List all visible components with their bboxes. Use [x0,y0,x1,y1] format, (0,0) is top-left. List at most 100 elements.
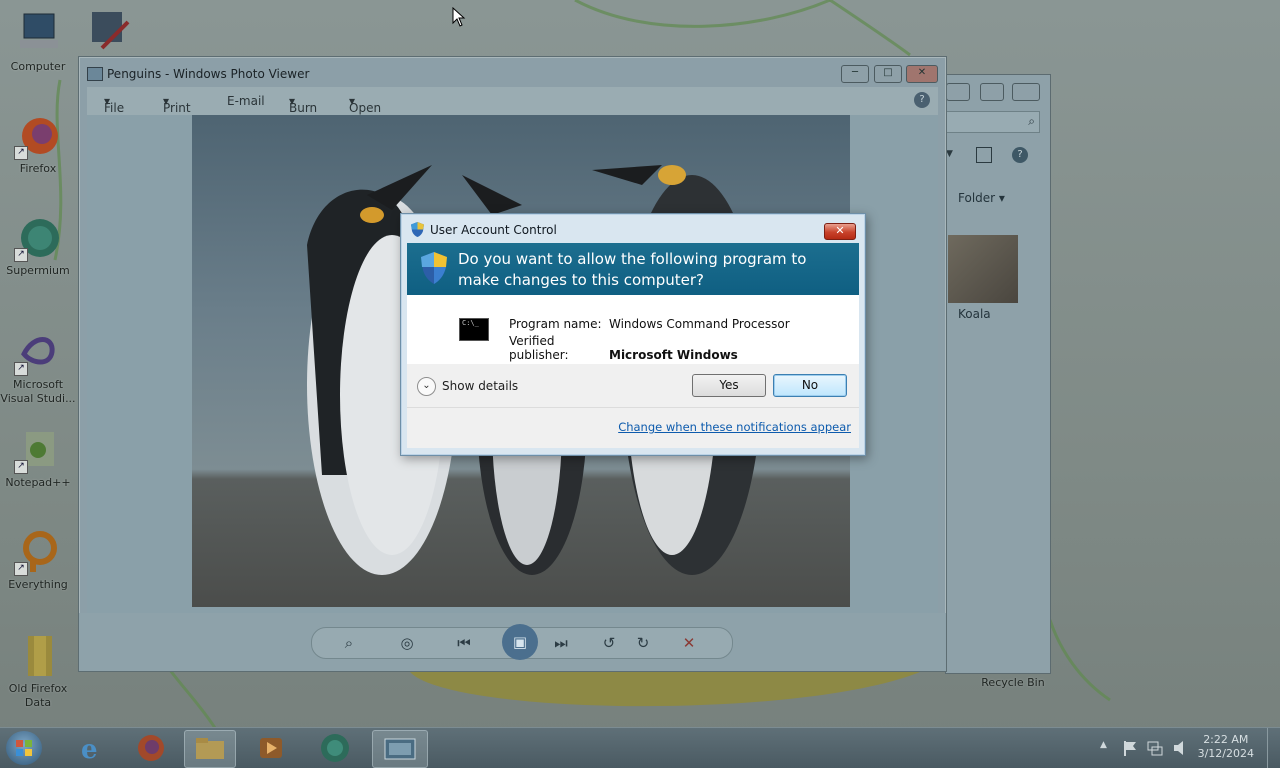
taskbar-media-player[interactable] [246,730,296,766]
menu-burn[interactable]: Burn ▾ [289,94,317,115]
taskbar-explorer[interactable] [184,730,236,768]
menu-email[interactable]: E-mail [227,94,265,108]
desktop-icon-paint-shortcut[interactable] [88,8,134,54]
shield-icon [411,222,424,237]
chevron-down-icon: ⌄ [417,377,436,396]
notepadpp-icon: ↗ [14,426,62,474]
supermium-icon [321,734,349,762]
desktop-icon-computer[interactable]: Computer [0,10,78,74]
koala-thumbnail[interactable] [948,235,1018,303]
menu-open[interactable]: Open ▾ [349,94,381,115]
shortcut-arrow-icon: ↗ [14,460,28,474]
actual-size-icon[interactable]: ◎ [398,634,416,652]
desktop-icon-label: Firefox [19,162,57,175]
publisher-label: Verified publisher: [509,334,569,362]
desktop-icon-label: Recycle Bin [981,676,1045,689]
chevron-down-icon[interactable]: ▼ [946,149,953,159]
previous-icon[interactable]: ⏮ [455,634,473,652]
photo-viewer-controls: ⌕ ◎ ⏮ ▣ ⏭ ↺ ↻ ✕ [79,613,946,671]
uac-dialog[interactable]: User Account Control ✕ Do you want to al… [400,213,866,456]
shortcut-arrow-icon: ↗ [14,146,28,160]
change-notifications-link[interactable]: Change when these notifications appear [618,420,851,434]
desktop-icon-label: Notepad++ [5,476,71,489]
search-icon: ⌕ [1028,114,1035,128]
network-icon[interactable] [1146,739,1164,757]
help-icon[interactable]: ? [1012,147,1028,163]
no-button[interactable]: No [773,374,847,397]
taskbar: e ▲ 2:22 AM 3/12/2024 [0,727,1280,768]
zoom-icon[interactable]: ⌕ [340,634,358,652]
windows-logo-icon [16,740,32,756]
maximize-button[interactable]: □ [874,65,902,83]
volume-icon[interactable] [1172,739,1190,757]
photo-viewer-titlebar[interactable]: Penguins - Windows Photo Viewer ─ □ ✕ [79,57,946,87]
show-details-toggle[interactable]: ⌄ Show details [417,377,518,396]
mouse-cursor-icon [452,7,466,27]
show-hidden-icons-button[interactable]: ▲ [1100,740,1107,750]
koala-label: Koala [958,307,991,321]
desktop-icon-everything[interactable]: ↗ Everything [0,528,78,592]
computer-icon [14,10,62,58]
paint-icon [92,12,130,50]
explorer-search-input[interactable]: ⌕ [946,111,1040,133]
slideshow-icon[interactable]: ▣ [502,624,538,660]
uac-titlebar[interactable]: User Account Control ✕ [401,214,865,242]
close-button[interactable]: ✕ [824,223,856,240]
taskbar-firefox[interactable] [126,730,176,766]
program-name-label: Program name: [509,317,602,331]
firefox-icon [138,735,164,761]
publisher-row: Verified publisher: Microsoft Windows [509,334,738,362]
explorer-close-button[interactable] [1012,83,1040,101]
photo-viewer-app-icon [87,67,103,81]
uac-program-info: C:\_ Program name: Windows Command Proces… [407,295,859,364]
uac-actions: ⌄ Show details Yes No [407,364,859,408]
taskbar-supermium[interactable] [310,730,360,766]
program-name-row: Program name: Windows Command Processor [509,317,790,331]
publisher-value: Microsoft Windows [609,348,738,362]
desktop-icon-supermium[interactable]: ↗ Supermium [0,214,78,278]
start-button[interactable] [6,731,42,765]
desktop-icon-firefox[interactable]: ↗ Firefox [0,112,78,176]
delete-icon[interactable]: ✕ [680,634,698,652]
shortcut-arrow-icon: ↗ [14,248,28,262]
supermium-icon: ↗ [14,214,62,262]
internet-explorer-icon: e [81,735,98,765]
taskbar-internet-explorer[interactable]: e [66,730,116,766]
folder-icon [196,738,224,759]
shortcut-arrow-icon: ↗ [14,562,28,576]
uac-footer: Change when these notifications appear [407,408,859,448]
command-prompt-icon: C:\_ [459,318,489,341]
folder-toolbar-button[interactable]: Folder ▾ [958,191,1005,205]
desktop-icon-label: Everything [8,578,68,591]
minimize-button[interactable]: ─ [841,65,869,83]
rotate-right-icon[interactable]: ↻ [634,634,652,652]
shortcut-arrow-icon: ↗ [14,362,28,376]
show-details-label: Show details [442,379,519,393]
window-title: Penguins - Windows Photo Viewer [107,67,310,81]
menu-print[interactable]: Print ▾ [163,94,191,115]
help-icon[interactable]: ? [914,92,930,108]
uac-banner: Do you want to allow the following progr… [407,243,859,295]
control-bar: ⌕ ◎ ⏮ ▣ ⏭ ↺ ↻ ✕ [311,624,733,660]
menu-file[interactable]: File ▾ [104,94,124,115]
preview-pane-icon[interactable] [976,147,992,163]
clock-date: 3/12/2024 [1197,747,1254,760]
yes-button[interactable]: Yes [692,374,766,397]
shield-icon [421,252,447,284]
visual-studio-icon: ↗ [14,328,62,376]
action-center-flag-icon[interactable] [1122,739,1138,757]
explorer-window[interactable]: ⌕ ▼ ? Folder ▾ Koala [945,74,1051,674]
rotate-left-icon[interactable]: ↺ [600,634,618,652]
desktop-icon-label: Old Firefox Data [8,682,68,709]
desktop-icon-old-firefox-data[interactable]: Old Firefox Data [0,632,78,710]
taskbar-photo-viewer[interactable] [372,730,428,768]
close-button[interactable]: ✕ [906,65,938,83]
explorer-minimize-button[interactable] [946,83,970,101]
desktop-icon-visual-studio[interactable]: ↗ Microsoft Visual Studi... [0,328,78,406]
program-name-value: Windows Command Processor [609,317,790,331]
explorer-maximize-button[interactable] [980,83,1004,101]
next-icon[interactable]: ⏭ [552,634,570,652]
clock[interactable]: 2:22 AM 3/12/2024 [1198,733,1254,761]
show-desktop-button[interactable] [1267,728,1280,768]
desktop-icon-notepadpp[interactable]: ↗ Notepad++ [0,426,78,490]
